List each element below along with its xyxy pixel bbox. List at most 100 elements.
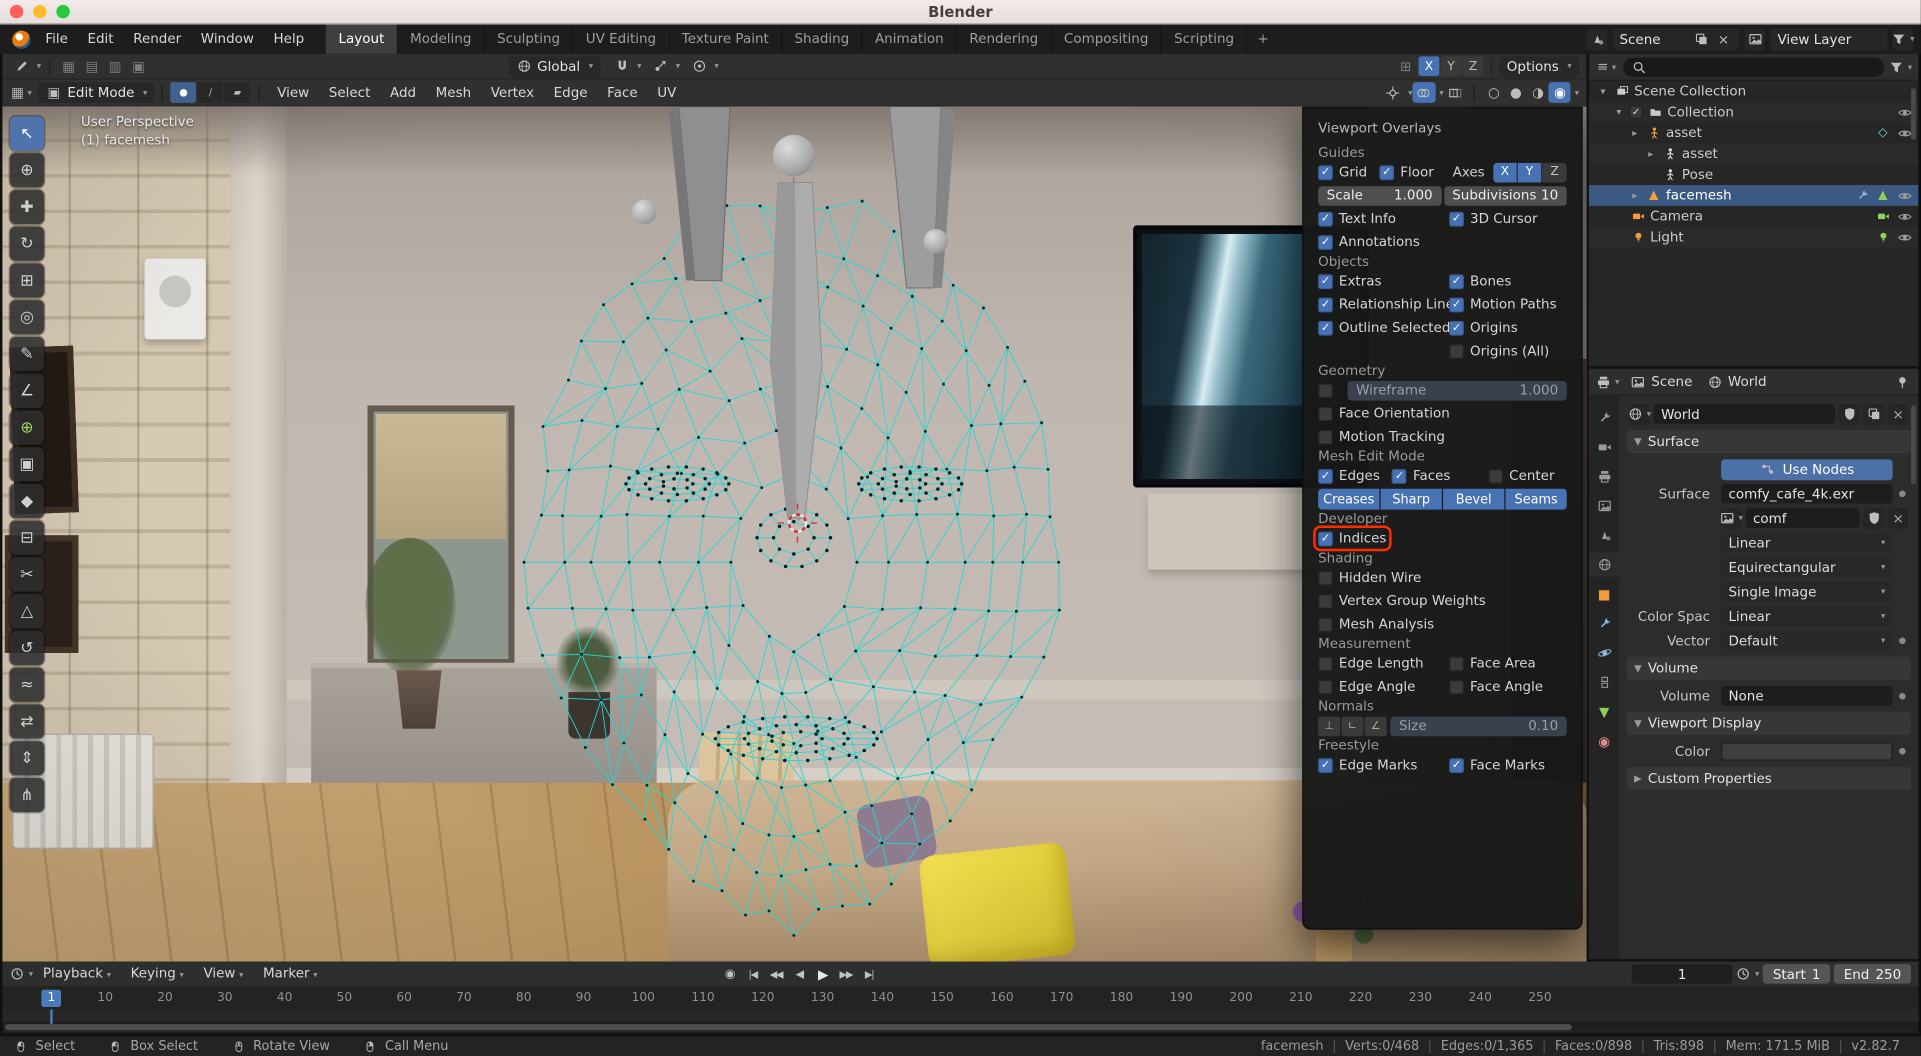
show-overlays-button[interactable] (1412, 82, 1435, 103)
menu-file[interactable]: File (36, 25, 78, 54)
eye-icon[interactable] (1898, 209, 1913, 224)
checkbox-wireframe[interactable] (1318, 383, 1333, 398)
timeline-menu-playback[interactable]: Playback▾ (33, 959, 121, 990)
menu-edit[interactable]: Edit (78, 25, 124, 54)
filter-icon[interactable]: ▾ (1893, 29, 1914, 50)
shading-wireframe-button[interactable]: ○ (1483, 82, 1505, 103)
properties-tab-object-data[interactable]: ▼ (1589, 699, 1620, 724)
vertex-select-mode-button[interactable]: ● (171, 82, 197, 103)
checkbox-face-marks[interactable]: ✓Face Marks (1449, 757, 1545, 773)
viewport-menu-mesh[interactable]: Mesh (426, 78, 481, 107)
breadcrumb-scene[interactable]: Scene (1626, 373, 1696, 390)
properties-tab-material[interactable]: ◉ (1589, 729, 1620, 754)
viewport-option-icon-3[interactable]: ▥ (104, 56, 127, 77)
checkbox-origins[interactable]: ✓Origins (1449, 320, 1518, 336)
animate-dot-icon[interactable]: ● (1896, 691, 1908, 701)
image-source-select[interactable]: Single Image▾ (1721, 582, 1893, 602)
expander-right-icon[interactable]: ▸ (1628, 127, 1641, 138)
surface-shader-field[interactable]: comfy_cafe_4k.exr (1721, 484, 1893, 504)
eye-icon[interactable] (1898, 230, 1913, 245)
slider-subdivisions[interactable]: Subdivisions10 (1444, 186, 1567, 206)
checkbox-edge-length[interactable]: Edge Length (1318, 655, 1449, 671)
tool-cursor[interactable]: ⊕ (10, 153, 44, 187)
viewport-option-icon-4[interactable]: ▣ (127, 56, 150, 77)
axis-toggle-y[interactable]: Y (1518, 162, 1543, 182)
outliner-item-scene-collection[interactable]: ▾Scene Collection (1589, 81, 1919, 102)
image-unlink-button[interactable]: × (1888, 508, 1909, 529)
workspace-tab-shading[interactable]: Shading (782, 25, 862, 54)
edge-select-mode-button[interactable]: ∕ (198, 82, 224, 103)
workspace-tab-compositing[interactable]: Compositing (1052, 25, 1162, 54)
use-nodes-button[interactable]: Use Nodes (1721, 459, 1893, 480)
expander-right-icon[interactable]: ▸ (1628, 190, 1641, 201)
outliner-item-asset[interactable]: ▸asset◇ (1589, 123, 1919, 144)
tool-inset-faces[interactable]: ▣ (10, 447, 44, 481)
new-world-button[interactable] (1863, 404, 1884, 425)
workspace-tab-rendering[interactable]: Rendering (957, 25, 1052, 54)
expander-down-icon[interactable]: ▾ (1596, 86, 1609, 97)
unlink-world-button[interactable]: × (1888, 404, 1909, 425)
editor-type-outliner[interactable]: ≡▾ (1595, 56, 1618, 77)
checkbox-3d-cursor[interactable]: ✓3D Cursor (1449, 211, 1537, 227)
mirror-axis-y[interactable]: Y (1441, 56, 1462, 76)
scene-browse-icon[interactable] (1586, 29, 1607, 50)
properties-tab-modifiers[interactable] (1589, 611, 1620, 636)
viewport-menu-add[interactable]: Add (380, 78, 426, 107)
tool-bevel[interactable]: ◆ (10, 484, 44, 518)
tool-transform[interactable]: ◎ (10, 300, 44, 334)
interpolation-select[interactable]: Linear▾ (1721, 533, 1893, 553)
tool-poly-build[interactable]: △ (10, 594, 44, 628)
mirror-axis-z[interactable]: Z (1463, 56, 1484, 76)
editor-type-3d-viewport[interactable]: ▦▾ (10, 82, 33, 103)
proportional-editing-button[interactable] (687, 56, 710, 77)
tool-move[interactable]: ✚ (10, 190, 44, 224)
outliner-scrollbar[interactable] (1911, 88, 1916, 139)
previous-keyframe-button[interactable]: ◀◀ (766, 965, 787, 985)
timeline-ruler[interactable]: 1 11020304050607080901001101201301401501… (2, 987, 1918, 1009)
checkbox-extras[interactable]: ✓Extras (1318, 273, 1449, 289)
options-dropdown[interactable]: Options ▾ (1499, 56, 1579, 77)
properties-tab-physics[interactable] (1589, 641, 1620, 666)
timeline-track-area[interactable] (2, 1009, 1918, 1022)
scene-name-field[interactable]: Scene × (1612, 28, 1739, 50)
checkbox-vertex-group-weights[interactable]: Vertex Group Weights (1318, 593, 1486, 609)
checkbox-face-orientation[interactable]: Face Orientation (1318, 405, 1450, 421)
viewport-menu-face[interactable]: Face (597, 78, 647, 107)
workspace-tab-texture-paint[interactable]: Texture Paint (670, 25, 783, 54)
tool-tweak-select[interactable]: ↖ (10, 116, 44, 150)
surface-section-header[interactable]: ▼Surface (1627, 430, 1911, 453)
next-keyframe-button[interactable]: ▶▶ (835, 965, 856, 985)
snap-toggle-button[interactable] (610, 56, 633, 77)
mark-button-seams[interactable]: Seams (1506, 489, 1567, 510)
volume-section-header[interactable]: ▼Volume (1627, 657, 1911, 680)
mark-button-bevel[interactable]: Bevel (1443, 489, 1504, 510)
menu-window[interactable]: Window (191, 25, 264, 54)
eye-icon[interactable] (1898, 188, 1913, 203)
outliner-item-camera[interactable]: Camera (1589, 206, 1919, 227)
slider-size[interactable]: Size0.10 (1390, 716, 1566, 736)
frame-end-field[interactable]: End250 (1834, 964, 1911, 984)
image-fake-user-button[interactable] (1863, 508, 1884, 529)
jump-to-end-button[interactable]: ▶| (859, 965, 880, 985)
checkbox-face-angle[interactable]: Face Angle (1449, 679, 1543, 695)
outliner-item-collection[interactable]: ▾✓Collection (1589, 102, 1919, 123)
xray-toggle-button[interactable] (1444, 82, 1467, 103)
outliner-search-input[interactable] (1623, 57, 1884, 77)
viewport-option-icon-1[interactable]: ▦ (57, 56, 80, 77)
tool-extrude-region[interactable]: ⊕ (10, 410, 44, 444)
view-layer-browse-icon[interactable] (1744, 29, 1765, 50)
frame-start-field[interactable]: Start1 (1763, 964, 1830, 984)
checkbox-bones[interactable]: ✓Bones (1449, 273, 1511, 289)
unlink-scene-icon[interactable]: × (1715, 31, 1732, 48)
checkbox-text-info[interactable]: ✓Text Info (1318, 211, 1449, 227)
slider-wireframe[interactable]: Wireframe1.000 (1348, 380, 1567, 400)
checkbox-hidden-wire[interactable]: Hidden Wire (1318, 570, 1421, 586)
auto-keying-button[interactable]: ◉ (719, 965, 740, 985)
slider-scale[interactable]: Scale1.000 (1318, 186, 1441, 206)
properties-tab-constraints[interactable] (1589, 670, 1620, 695)
axis-toggle-x[interactable]: X (1493, 162, 1518, 182)
checkbox-relationship-lines[interactable]: ✓Relationship Lines (1318, 296, 1449, 312)
transform-orientation-dropdown[interactable]: Global ▾ (508, 56, 601, 77)
mode-dropdown[interactable]: ▣ Edit Mode ▾ (38, 82, 155, 103)
workspace-tab-uv-editing[interactable]: UV Editing (574, 25, 670, 54)
